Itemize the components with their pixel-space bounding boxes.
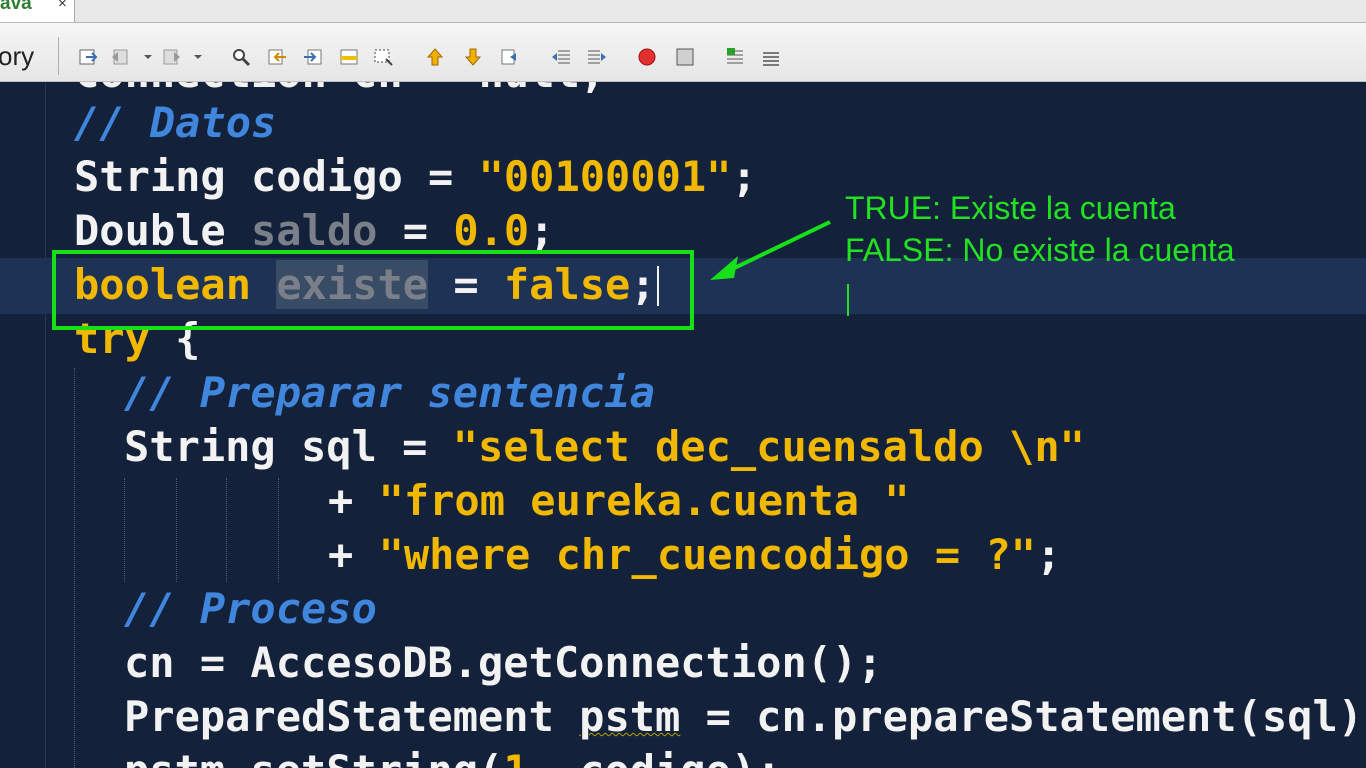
editor-tab-bar: ava × bbox=[0, 0, 1366, 23]
next-bookmark-icon[interactable] bbox=[462, 47, 484, 67]
forward-icon[interactable] bbox=[160, 47, 182, 67]
code-line-comment-preparar: // Preparar sentencia bbox=[124, 366, 655, 420]
code-text: Connection cn = null; bbox=[74, 82, 605, 97]
code-line-getconnection: cn = AccesoDB.getConnection(); bbox=[124, 636, 883, 690]
history-tab[interactable]: ory bbox=[0, 37, 59, 75]
annotation-arrow-icon bbox=[710, 220, 831, 280]
code-operator: = bbox=[402, 152, 479, 201]
code-comment: // Preparar sentencia bbox=[124, 368, 656, 417]
toggle-highlight-icon[interactable] bbox=[338, 47, 360, 67]
code-text: pstm.setString( bbox=[124, 746, 503, 768]
code-variable-warning: pstm bbox=[579, 692, 681, 741]
code-type: String bbox=[124, 422, 276, 471]
back-icon[interactable] bbox=[110, 47, 132, 67]
gutter-divider bbox=[45, 82, 46, 768]
code-operator: = bbox=[377, 206, 454, 255]
code-number: 0.0 bbox=[453, 206, 530, 255]
code-line-preparedstatement: PreparedStatement pstm = cn.prepareState… bbox=[124, 690, 1366, 744]
indent-guide bbox=[124, 478, 125, 582]
code-type: PreparedStatement bbox=[124, 692, 554, 741]
history-tab-label: ory bbox=[0, 41, 35, 71]
code-number: 1 bbox=[503, 746, 528, 768]
close-tab-icon[interactable]: × bbox=[58, 0, 67, 14]
code-string: "00100001" bbox=[478, 152, 732, 201]
code-type: Double bbox=[74, 206, 226, 255]
indent-guide bbox=[176, 478, 177, 582]
previous-bookmark-icon[interactable] bbox=[424, 47, 446, 67]
code-line-where: + "where chr_cuencodigo = ?"; bbox=[328, 528, 1061, 582]
code-type: String bbox=[74, 152, 226, 201]
shift-left-icon[interactable] bbox=[550, 47, 572, 67]
code-string: "where chr_cuencodigo = ?" bbox=[378, 530, 1037, 579]
code-text: sql = bbox=[275, 422, 453, 471]
code-text: , codigo); bbox=[529, 746, 782, 768]
code-editor[interactable]: Connection cn = null; // Datos String co… bbox=[0, 82, 1366, 768]
find-previous-icon[interactable] bbox=[266, 47, 288, 67]
shift-right-icon[interactable] bbox=[586, 47, 608, 67]
code-variable: saldo bbox=[251, 206, 378, 255]
annotation-text-cursor bbox=[847, 284, 849, 316]
code-string: "from eureka.cuenta " bbox=[378, 476, 910, 525]
indent-guide bbox=[226, 478, 227, 582]
find-icon[interactable] bbox=[230, 47, 252, 67]
code-comment: // Proceso bbox=[124, 584, 377, 633]
forward-dropdown-icon[interactable] bbox=[190, 47, 212, 67]
code-line-codigo: String codigo = "00100001"; bbox=[74, 150, 757, 204]
indent-guide bbox=[74, 368, 75, 768]
code-string: "select dec_cuensaldo \n" bbox=[452, 422, 1085, 471]
text-caret bbox=[657, 266, 659, 306]
last-edit-icon[interactable] bbox=[78, 47, 100, 67]
stop-macro-icon[interactable] bbox=[674, 47, 696, 67]
code-line-comment-proceso: // Proceso bbox=[124, 582, 377, 636]
code-semicolon: ; bbox=[529, 206, 555, 255]
toggle-bookmark-icon[interactable] bbox=[498, 47, 520, 67]
back-dropdown-icon[interactable] bbox=[140, 47, 162, 67]
uncomment-icon[interactable] bbox=[760, 47, 782, 67]
comment-icon[interactable] bbox=[724, 47, 746, 67]
start-macro-icon[interactable] bbox=[636, 47, 658, 67]
code-text: = cn.prepareStatement(sql); bbox=[680, 692, 1366, 741]
code-semicolon: ; bbox=[1036, 530, 1062, 579]
code-operator: + bbox=[328, 530, 379, 579]
code-line-comment-datos: // Datos bbox=[74, 96, 276, 150]
file-tab-label: ava bbox=[0, 0, 32, 14]
code-line-sql: String sql = "select dec_cuensaldo \n" bbox=[124, 420, 1085, 474]
toggle-rectangular-icon[interactable] bbox=[372, 47, 394, 67]
indent-guide bbox=[278, 478, 279, 582]
code-variable: codigo bbox=[251, 152, 403, 201]
code-operator: + bbox=[328, 476, 379, 525]
annotation-highlight-box bbox=[52, 250, 694, 330]
code-line-setstring: pstm.setString(1, codigo); bbox=[124, 744, 781, 768]
code-comment: // Datos bbox=[74, 98, 277, 147]
editor-toolbar: ory bbox=[0, 23, 1366, 82]
annotation-false-note: FALSE: No existe la cuenta bbox=[845, 232, 1235, 268]
code-text: cn = AccesoDB.getConnection(); bbox=[124, 638, 883, 687]
file-tab[interactable]: ava × bbox=[0, 0, 75, 22]
code-line-from: + "from eureka.cuenta " bbox=[328, 474, 910, 528]
find-next-icon[interactable] bbox=[302, 47, 324, 67]
annotation-true-note: TRUE: Existe la cuenta bbox=[845, 190, 1176, 226]
code-semicolon: ; bbox=[731, 152, 757, 201]
